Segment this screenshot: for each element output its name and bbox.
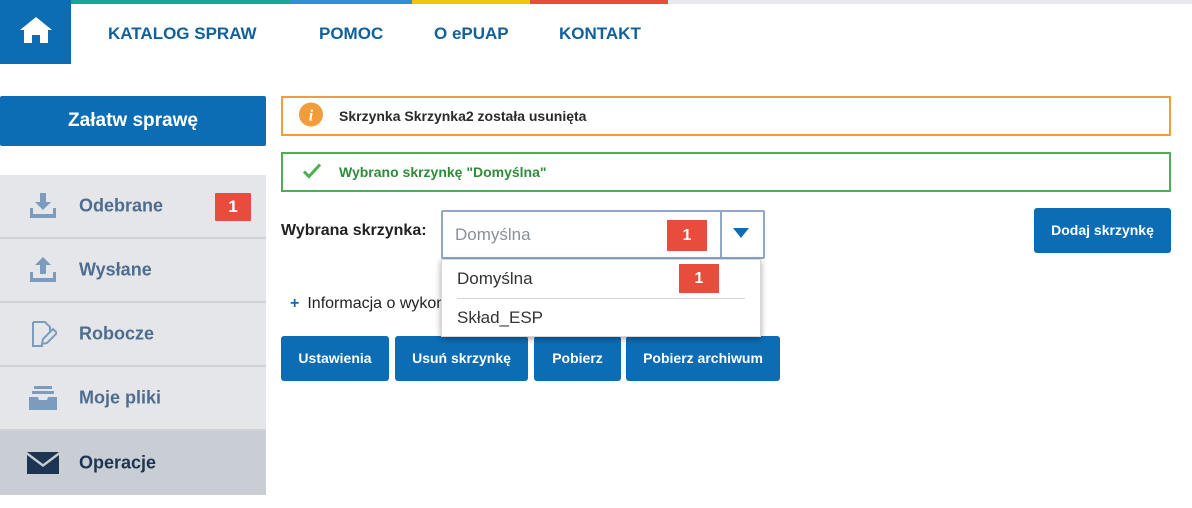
mailbox-unread-badge: 1 (667, 220, 707, 251)
sidebar-item-moje-pliki[interactable]: Moje pliki (0, 367, 266, 431)
download-button[interactable]: Pobierz (534, 336, 621, 381)
home-icon (18, 15, 54, 50)
draft-edit-icon (27, 318, 59, 350)
dropdown-option-label: Domyślna (457, 269, 533, 288)
dropdown-option-label: Skład_ESP (457, 308, 543, 327)
sidebar-menu: Odebrane 1 Wysłane Robocze Moje pliki Op… (0, 175, 266, 495)
success-alert: Wybrano skrzynkę "Domyślna" (281, 152, 1171, 192)
mailbox-select[interactable]: Domyślna 1 (441, 210, 765, 259)
download-archive-button[interactable]: Pobierz archiwum (626, 336, 780, 381)
nav-katalog-spraw[interactable]: KATALOG SPRAW (108, 4, 257, 64)
zalatw-sprawe-button[interactable]: Załatw sprawę (0, 96, 266, 146)
check-icon (302, 163, 322, 182)
sidebar-item-label: Moje pliki (79, 387, 162, 408)
select-divider (720, 212, 722, 257)
plus-icon: + (290, 295, 300, 312)
mailbox-dropdown: Domyślna 1 Skład_ESP (441, 259, 761, 337)
chevron-down-icon[interactable] (732, 226, 750, 244)
sidebar-item-label: Robocze (79, 323, 155, 344)
sidebar-item-robocze[interactable]: Robocze (0, 303, 266, 367)
dropdown-option-domyslna[interactable]: Domyślna 1 (442, 260, 760, 298)
stripe-grey (668, 0, 1192, 4)
unread-count-badge: 1 (215, 193, 251, 221)
dropdown-option-sklad-esp[interactable]: Skład_ESP (442, 299, 760, 337)
add-mailbox-button[interactable]: Dodaj skrzynkę (1034, 208, 1171, 253)
nav-pomoc[interactable]: POMOC (319, 4, 383, 64)
delete-mailbox-button[interactable]: Usuń skrzynkę (395, 336, 528, 381)
sidebar-item-label: Odebrane (79, 195, 164, 216)
files-tray-icon (27, 382, 59, 414)
nav-o-epuap[interactable]: O ePUAP (434, 4, 509, 64)
home-button[interactable] (0, 0, 71, 64)
sidebar-item-label: Operacje (79, 452, 157, 473)
envelope-icon (27, 447, 59, 479)
mailbox-select-value: Domyślna (455, 224, 531, 244)
dropdown-option-badge: 1 (679, 264, 719, 293)
info-icon: i (299, 102, 323, 130)
warning-alert-text: Skrzynka Skrzynka2 została usunięta (339, 108, 587, 124)
inbox-download-icon (27, 190, 59, 222)
svg-text:i: i (309, 108, 314, 125)
selected-mailbox-label: Wybrana skrzynka: (281, 222, 427, 239)
info-expander[interactable]: + Informacja o wykon (290, 295, 445, 313)
sidebar-item-wyslane[interactable]: Wysłane (0, 239, 266, 303)
settings-button[interactable]: Ustawienia (281, 336, 389, 381)
sidebar-item-label: Wysłane (79, 259, 152, 280)
sidebar-item-operacje[interactable]: Operacje (0, 431, 266, 495)
sidebar-item-odebrane[interactable]: Odebrane 1 (0, 175, 266, 239)
info-expander-text: Informacja o wykon (307, 295, 446, 312)
warning-alert: i Skrzynka Skrzynka2 została usunięta (281, 96, 1171, 136)
success-alert-text: Wybrano skrzynkę "Domyślna" (339, 164, 547, 180)
outbox-upload-icon (27, 254, 59, 286)
nav-kontakt[interactable]: KONTAKT (559, 4, 641, 64)
